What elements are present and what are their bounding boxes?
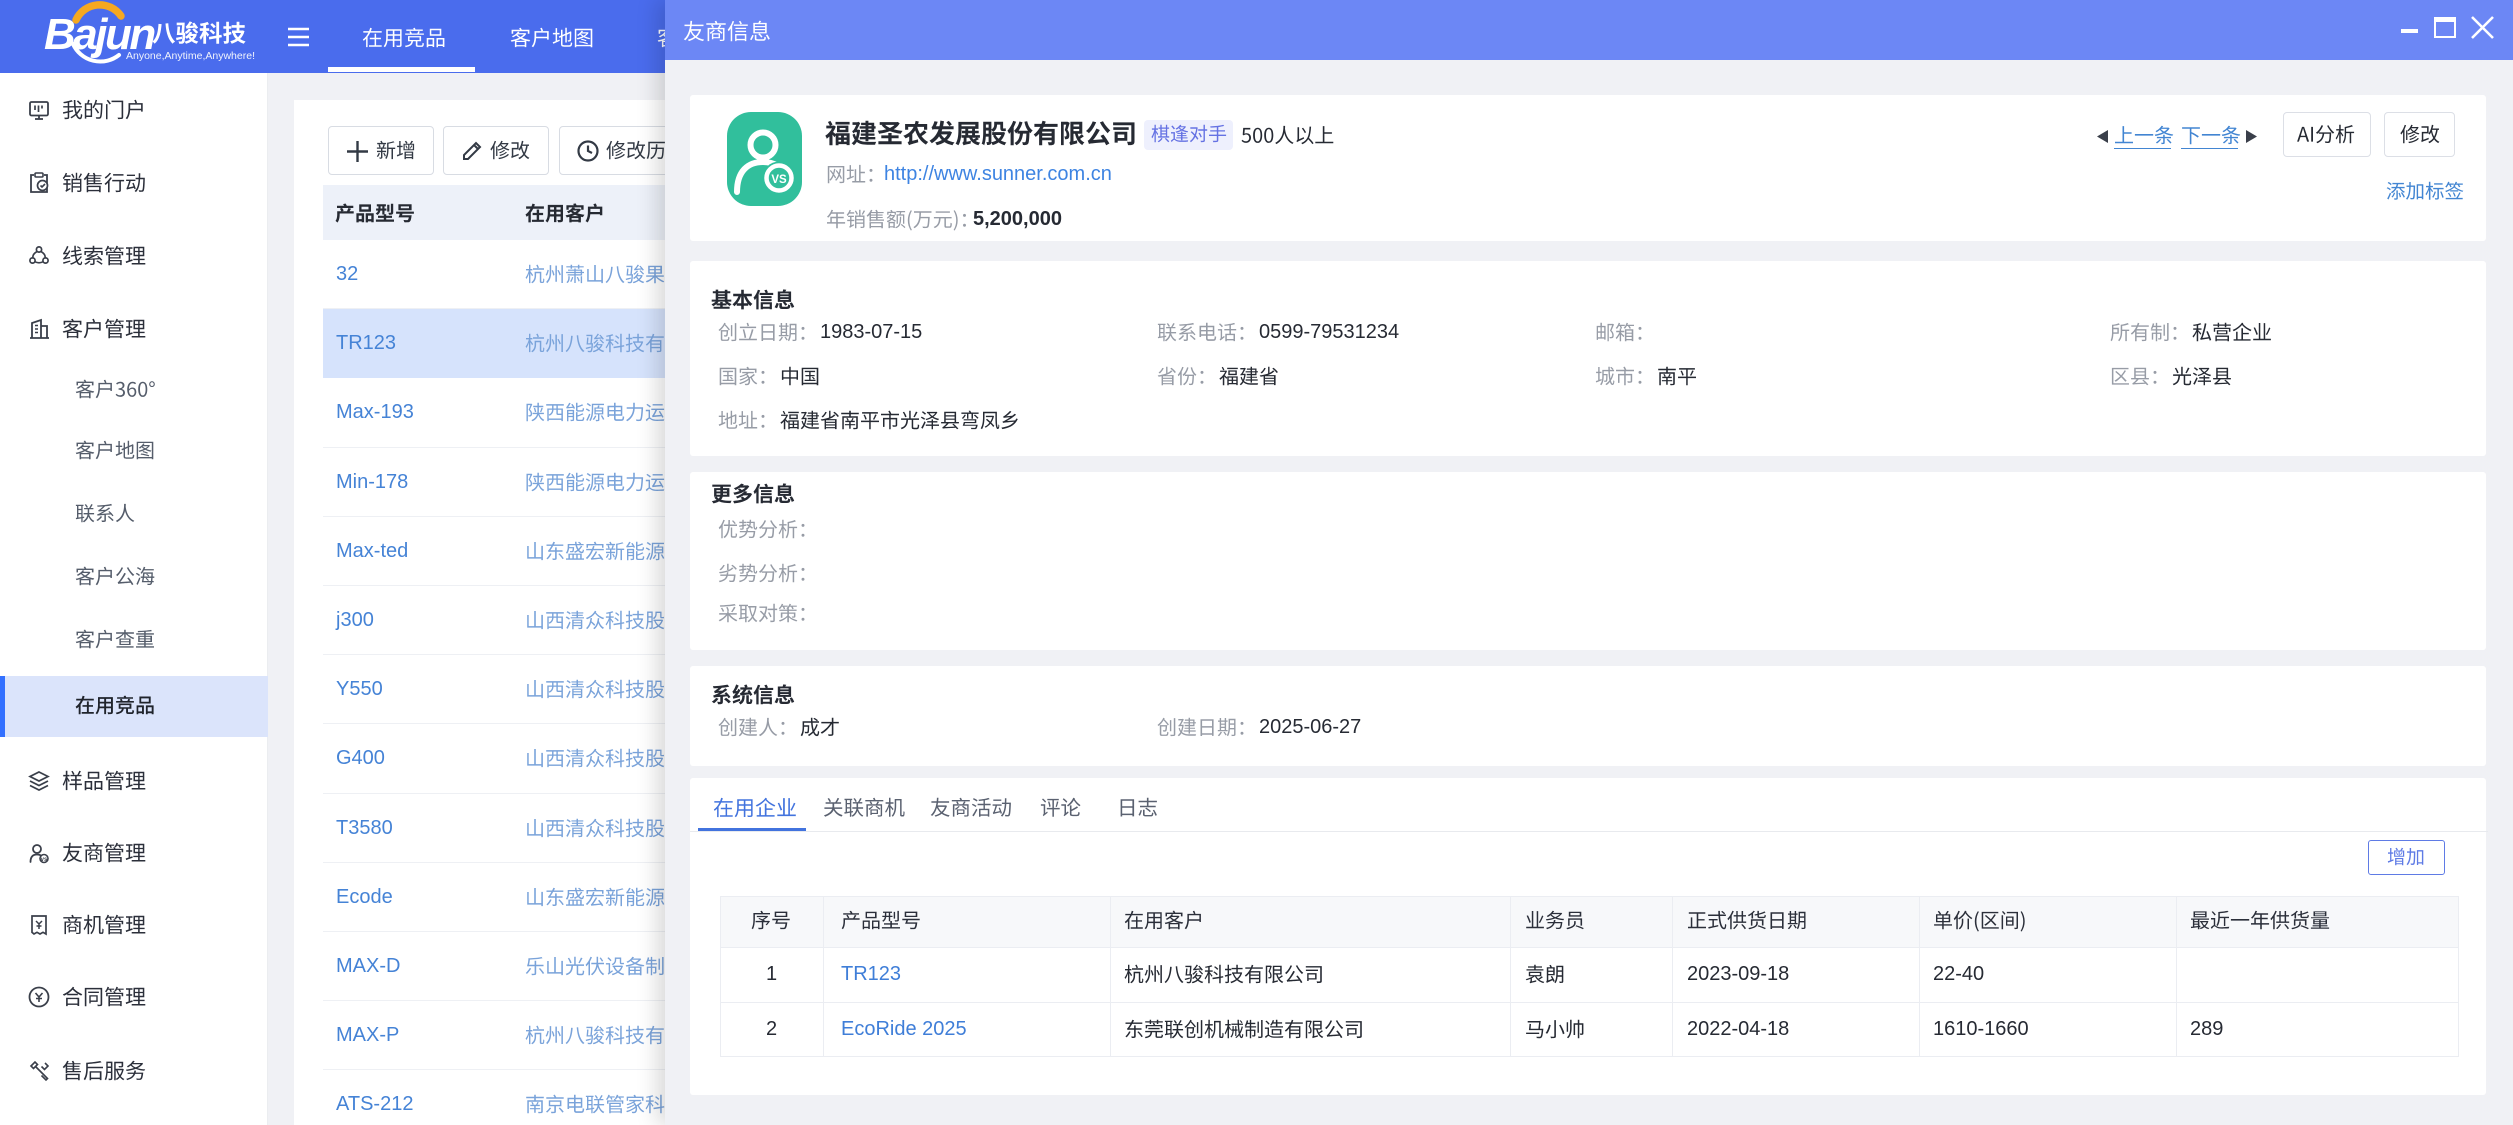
svg-text:VS: VS: [771, 174, 787, 186]
svg-text:vs: vs: [41, 857, 48, 863]
